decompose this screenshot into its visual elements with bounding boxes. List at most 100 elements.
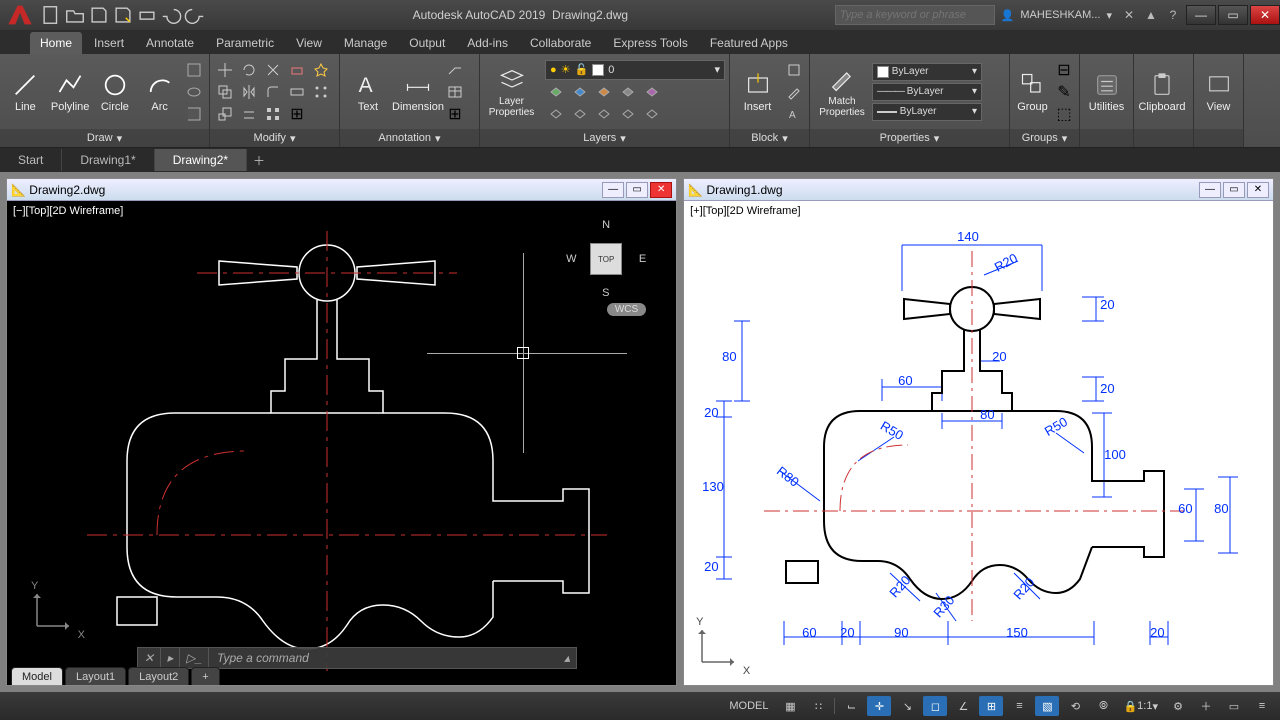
app-store-icon[interactable]: ▲ (1140, 4, 1162, 26)
trim-icon[interactable] (262, 60, 284, 80)
erase-icon[interactable] (286, 60, 308, 80)
leader-icon[interactable] (444, 60, 466, 80)
ribbon-tab-view[interactable]: View (286, 32, 332, 54)
layer-merge-icon[interactable] (593, 104, 615, 124)
app-logo[interactable] (6, 1, 34, 29)
qat-new-icon[interactable] (40, 4, 62, 26)
dimension-button[interactable]: Dimension (394, 59, 442, 125)
panel-draw-title[interactable]: Draw ▾ (0, 129, 209, 147)
qat-save-icon[interactable] (88, 4, 110, 26)
minimize-button[interactable]: — (1186, 5, 1216, 25)
explode-icon[interactable] (310, 60, 332, 80)
docwin-left-max[interactable]: ▭ (626, 182, 648, 198)
draw-more-3-icon[interactable] (183, 104, 205, 124)
layer-iso-icon[interactable] (545, 104, 567, 124)
panel-groups-title[interactable]: Groups ▾ (1010, 129, 1079, 147)
status-scale[interactable]: 🔒 1:1 ▾ (1119, 696, 1162, 716)
status-clean-icon[interactable]: ▭ (1222, 696, 1246, 716)
status-ortho-icon[interactable]: ⌙ (839, 696, 863, 716)
arrayrect-icon[interactable] (262, 104, 284, 124)
block-attr-icon[interactable]: A (783, 104, 805, 124)
user-menu[interactable]: 👤 MAHESHKAM... ▾ (995, 9, 1118, 22)
utilities-button[interactable]: Utilities (1084, 59, 1129, 125)
status-osnap-icon[interactable]: ◻ (923, 696, 947, 716)
exchange-icon[interactable]: ✕ (1118, 4, 1140, 26)
line-button[interactable]: Line (4, 59, 47, 125)
docwin-left-min[interactable]: — (602, 182, 624, 198)
status-dyn-icon[interactable]: ⊞ (979, 696, 1003, 716)
ribbon-tab-insert[interactable]: Insert (84, 32, 134, 54)
group-button[interactable]: Group (1014, 59, 1051, 125)
doc-tab-start[interactable]: Start (0, 149, 62, 171)
cmd-expand-icon[interactable]: ▴ (558, 651, 576, 665)
help-icon[interactable]: ? (1162, 4, 1184, 26)
group-edit-icon[interactable]: ✎ (1053, 82, 1075, 102)
status-grid-icon[interactable]: ▦ (778, 696, 802, 716)
status-otrack-icon[interactable]: ∠ (951, 696, 975, 716)
status-plus-icon[interactable]: ＋ (1194, 696, 1218, 716)
color-dropdown[interactable]: ByLayer▾ (872, 63, 982, 81)
status-polar-icon[interactable]: ✛ (867, 696, 891, 716)
docwin-left-close[interactable]: ✕ (650, 182, 672, 198)
panel-properties-title[interactable]: Properties ▾ (810, 129, 1009, 147)
annot-more-icon[interactable]: ⊞ (444, 104, 466, 124)
block-edit-icon[interactable] (783, 82, 805, 102)
status-lwt-icon[interactable]: ≡ (1007, 696, 1031, 716)
ungroup-icon[interactable]: ⊟ (1053, 60, 1075, 80)
qat-saveas-icon[interactable] (112, 4, 134, 26)
arc-button[interactable]: Arc (138, 59, 181, 125)
layout-tab-layout2[interactable]: Layout2 (128, 667, 189, 685)
modify-more-icon[interactable]: ⊞ (286, 104, 308, 124)
status-custom-icon[interactable]: ≡ (1250, 696, 1274, 716)
insert-block-button[interactable]: Insert (734, 59, 781, 125)
layer-freeze-icon[interactable] (569, 82, 591, 102)
lineweight-dropdown[interactable]: ByLayer▾ (872, 103, 982, 121)
block-create-icon[interactable] (783, 60, 805, 80)
status-transparency-icon[interactable]: ▧ (1035, 696, 1059, 716)
fillet-icon[interactable] (262, 82, 284, 102)
panel-annotation-title[interactable]: Annotation ▾ (340, 129, 479, 147)
status-iso-icon[interactable]: ↘ (895, 696, 919, 716)
layout-tab-model[interactable]: Model (11, 667, 63, 685)
scale-icon[interactable] (214, 104, 236, 124)
layout-tab-add[interactable]: + (191, 667, 219, 685)
ribbon-tab-home[interactable]: Home (30, 32, 82, 54)
ribbon-tab-annotate[interactable]: Annotate (136, 32, 204, 54)
copy-icon[interactable] (214, 82, 236, 102)
docwin-right-min[interactable]: — (1199, 182, 1221, 198)
match-properties-button[interactable]: Match Properties (814, 59, 870, 125)
draw-more-1-icon[interactable] (183, 60, 205, 80)
polyline-button[interactable]: Polyline (49, 59, 92, 125)
ribbon-tab-manage[interactable]: Manage (334, 32, 397, 54)
status-annoscale-icon[interactable]: ⦾ (1091, 696, 1115, 716)
qat-open-icon[interactable] (64, 4, 86, 26)
layer-off-icon[interactable] (545, 82, 567, 102)
qat-undo-icon[interactable] (160, 4, 182, 26)
ribbon-tab-parametric[interactable]: Parametric (206, 32, 284, 54)
docwin-right-close[interactable]: ✕ (1247, 182, 1269, 198)
layout-tab-layout1[interactable]: Layout1 (65, 667, 126, 685)
mirror-icon[interactable] (238, 82, 260, 102)
offset-icon[interactable] (238, 104, 260, 124)
layer-prev-icon[interactable] (641, 82, 663, 102)
docwin-right-max[interactable]: ▭ (1223, 182, 1245, 198)
status-model[interactable]: MODEL (723, 696, 774, 716)
panel-block-title[interactable]: Block ▾ (730, 129, 809, 147)
canvas-right[interactable]: [+][Top][2D Wireframe] (684, 201, 1273, 685)
text-button[interactable]: AText (344, 59, 392, 125)
docwin-left-titlebar[interactable]: 📐 Drawing2.dwg — ▭ ✕ (7, 179, 676, 201)
maximize-button[interactable]: ▭ (1218, 5, 1248, 25)
ribbon-tab-output[interactable]: Output (399, 32, 455, 54)
group-select-icon[interactable]: ⬚ (1053, 104, 1075, 124)
layer-uniso-icon[interactable] (569, 104, 591, 124)
layer-delete-icon[interactable] (617, 104, 639, 124)
doc-tab-drawing1[interactable]: Drawing1* (62, 149, 154, 171)
status-snap-icon[interactable]: ∷ (806, 696, 830, 716)
ribbon-tab-collaborate[interactable]: Collaborate (520, 32, 601, 54)
layer-current-dropdown[interactable]: ● ☀ 🔓 0 ▾ (545, 60, 725, 80)
circle-button[interactable]: Circle (94, 59, 137, 125)
panel-layers-title[interactable]: Layers ▾ (480, 129, 729, 147)
qat-plot-icon[interactable] (136, 4, 158, 26)
cmd-input[interactable]: Type a command (209, 651, 317, 665)
layer-properties-button[interactable]: Layer Properties (484, 59, 539, 125)
